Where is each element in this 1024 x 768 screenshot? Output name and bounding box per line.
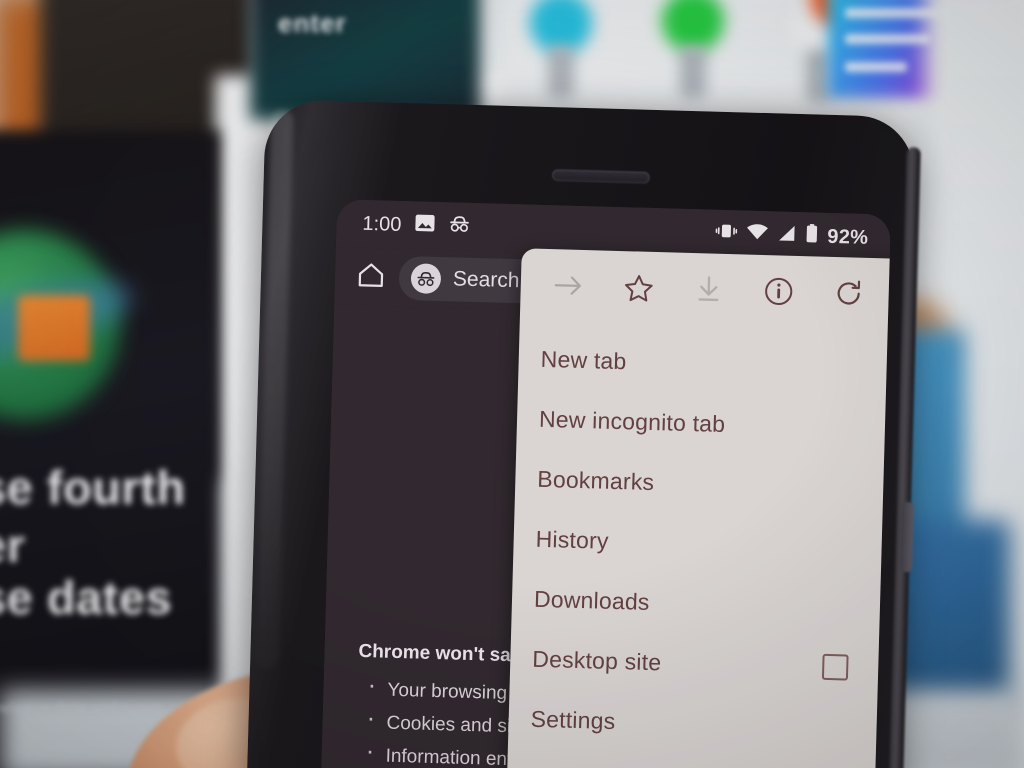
vibrate-icon bbox=[715, 222, 738, 247]
menu-item-label: Bookmarks bbox=[537, 465, 655, 495]
phone-device: 1:00 92% Search o Chrome won't save · Yo… bbox=[246, 99, 921, 768]
incognito-icon bbox=[448, 213, 471, 240]
menu-icon-row bbox=[520, 248, 891, 325]
background-poster-line-2: er bbox=[0, 519, 26, 572]
wifi-icon bbox=[746, 223, 769, 247]
forward-icon[interactable] bbox=[548, 265, 589, 306]
menu-item-downloads[interactable]: Downloads bbox=[511, 568, 891, 639]
earpiece-speaker bbox=[551, 169, 651, 184]
menu-item-label: New incognito tab bbox=[538, 405, 726, 437]
menu-item-new-tab[interactable]: New tab bbox=[518, 328, 891, 399]
background-gradient-text-3 bbox=[845, 62, 907, 72]
background-orange-numeral bbox=[18, 295, 90, 361]
phone-screen: 1:00 92% Search o Chrome won't save · Yo… bbox=[319, 199, 891, 768]
menu-item-history[interactable]: History bbox=[513, 508, 891, 579]
background-poster-line-1: se fourth bbox=[0, 461, 186, 514]
background-gradient-text-2 bbox=[845, 34, 931, 44]
page-info-icon[interactable] bbox=[758, 271, 799, 312]
menu-item-label: Desktop site bbox=[532, 645, 662, 675]
status-bar-left: 1:00 bbox=[362, 211, 471, 240]
overflow-menu: New tab New incognito tab Bookmarks Hist… bbox=[504, 248, 891, 768]
menu-item-settings[interactable]: Settings bbox=[508, 688, 888, 759]
status-clock: 1:00 bbox=[362, 212, 402, 236]
background-poster-line-3: se dates bbox=[0, 571, 173, 624]
incognito-icon bbox=[410, 263, 442, 295]
menu-item-label: History bbox=[535, 525, 610, 554]
background-stand-2 bbox=[680, 46, 706, 98]
signal-icon bbox=[777, 224, 797, 248]
menu-item-label: New tab bbox=[540, 345, 627, 374]
reload-icon[interactable] bbox=[828, 273, 869, 314]
background-poster-word: enter bbox=[278, 8, 347, 38]
menu-item-label: Downloads bbox=[533, 585, 650, 615]
status-bar-right: 92% bbox=[715, 221, 869, 251]
image-icon bbox=[414, 213, 436, 239]
menu-item-bookmarks[interactable]: Bookmarks bbox=[515, 448, 891, 519]
menu-item-desktop-site[interactable]: Desktop site bbox=[510, 628, 890, 699]
download-icon bbox=[688, 269, 729, 310]
home-icon[interactable] bbox=[357, 261, 386, 294]
desktop-site-checkbox[interactable] bbox=[821, 653, 849, 681]
battery-percent-label: 92% bbox=[827, 225, 869, 249]
background-stand-1 bbox=[548, 46, 574, 98]
battery-icon bbox=[805, 223, 819, 249]
bookmark-star-icon[interactable] bbox=[618, 267, 659, 308]
menu-item-label: Settings bbox=[530, 705, 616, 734]
background-poster-left bbox=[0, 130, 220, 768]
power-button[interactable] bbox=[899, 501, 914, 573]
menu-item-new-incognito-tab[interactable]: New incognito tab bbox=[516, 388, 891, 459]
menu-item-list: New tab New incognito tab Bookmarks Hist… bbox=[508, 314, 891, 758]
